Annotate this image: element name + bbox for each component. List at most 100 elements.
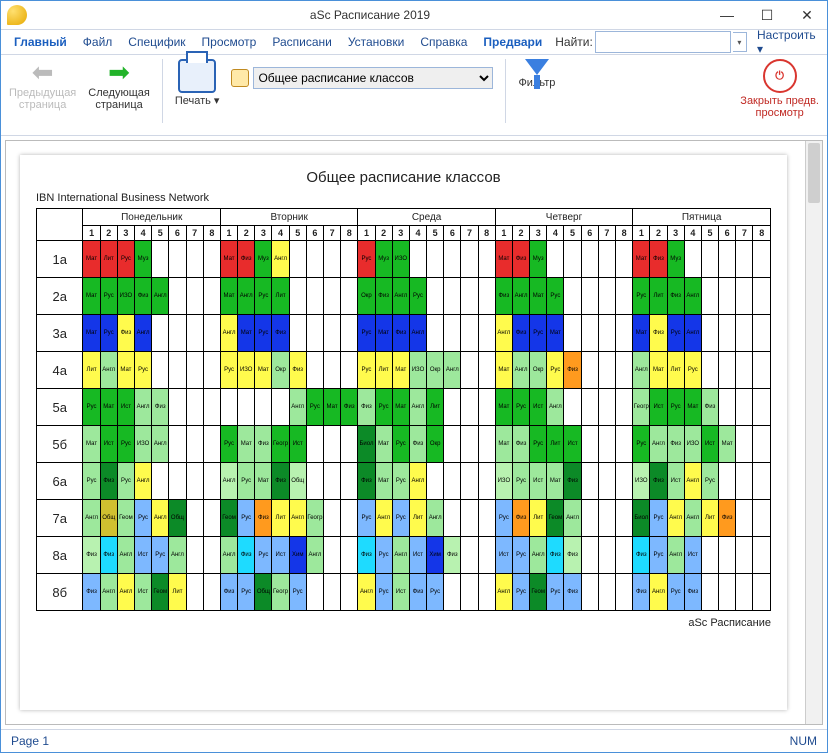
report-select[interactable]: Общее расписание классов <box>253 67 493 89</box>
timetable-cell: Лит <box>409 500 426 537</box>
search-label: Найти: <box>555 35 593 49</box>
timetable-cell: Мат <box>255 463 272 500</box>
period-header: 2 <box>650 226 667 241</box>
timetable-cell <box>461 315 478 352</box>
timetable-cell <box>615 352 632 389</box>
timetable-cell: Рус <box>650 537 667 574</box>
timetable-cell: Англ <box>100 352 117 389</box>
configure-menu[interactable]: Настроить ▾ <box>757 28 821 56</box>
menu-item[interactable]: Расписани <box>265 33 338 51</box>
timetable-cell: Физ <box>512 426 529 463</box>
timetable-cell <box>719 574 736 611</box>
timetable-cell: Физ <box>564 537 581 574</box>
timetable-cell <box>152 315 169 352</box>
search-input[interactable] <box>595 31 731 53</box>
timetable-cell: Англ <box>409 315 426 352</box>
close-preview-button[interactable]: ⏻ Закрыть предв. просмотр <box>740 59 819 119</box>
timetable-cell: Рус <box>650 500 667 537</box>
timetable: ПонедельникВторникСредаЧетвергПятница123… <box>36 208 771 611</box>
window-title: aSc Расписание 2019 <box>33 8 707 22</box>
minimize-button[interactable]: — <box>707 1 747 29</box>
timetable-cell <box>323 352 340 389</box>
close-button[interactable]: ✕ <box>787 1 827 29</box>
timetable-cell <box>203 574 220 611</box>
timetable-cell: Муз <box>135 241 152 278</box>
timetable-cell: Физ <box>701 389 718 426</box>
menu-item[interactable]: Файл <box>76 33 120 51</box>
timetable-cell: Англ <box>220 537 237 574</box>
timetable-cell <box>581 315 598 352</box>
timetable-cell <box>753 537 771 574</box>
menu-item[interactable]: Справка <box>413 33 474 51</box>
workspace: Общее расписание классов IBN Internation… <box>5 140 823 725</box>
timetable-cell: Физ <box>564 574 581 611</box>
scroll-thumb[interactable] <box>808 143 820 203</box>
timetable-cell: Ист <box>564 426 581 463</box>
timetable-cell <box>719 537 736 574</box>
timetable-cell <box>323 500 340 537</box>
timetable-cell: Физ <box>358 463 375 500</box>
timetable-cell <box>684 241 701 278</box>
class-row-label: 4а <box>37 352 83 389</box>
period-header: 1 <box>633 226 650 241</box>
search-dropdown-icon[interactable]: ▾ <box>733 32 747 52</box>
timetable-cell <box>186 278 203 315</box>
timetable-cell <box>341 278 358 315</box>
print-label: Печать ▾ <box>175 95 220 107</box>
timetable-cell: Физ <box>83 537 100 574</box>
menu-item[interactable]: Предвари <box>476 33 549 51</box>
timetable-cell: Физ <box>135 278 152 315</box>
timetable-cell: Муз <box>667 241 684 278</box>
timetable-cell: Физ <box>358 537 375 574</box>
period-header: 6 <box>581 226 598 241</box>
timetable-cell <box>461 389 478 426</box>
timetable-cell: ИЗО <box>117 278 134 315</box>
timetable-cell <box>615 426 632 463</box>
timetable-cell: Хим <box>289 537 306 574</box>
menu-item[interactable]: Просмотр <box>195 33 264 51</box>
timetable-cell: Мат <box>83 315 100 352</box>
period-header: 1 <box>83 226 100 241</box>
prev-page-label: Предыдущая страница <box>9 87 76 111</box>
timetable-cell <box>598 315 615 352</box>
menu-item[interactable]: Установки <box>341 33 411 51</box>
timetable-cell <box>564 241 581 278</box>
next-page-button[interactable]: ➡ Следующая страница <box>88 59 150 111</box>
timetable-cell <box>341 315 358 352</box>
timetable-cell: Рус <box>117 463 134 500</box>
timetable-cell: Рус <box>135 352 152 389</box>
timetable-cell: Англ <box>152 426 169 463</box>
timetable-cell: Геогр <box>306 500 323 537</box>
menu-item[interactable]: Главный <box>7 33 74 51</box>
timetable-cell: Рус <box>667 315 684 352</box>
print-button[interactable]: Печать ▾ <box>175 59 220 107</box>
timetable-cell: Англ <box>220 463 237 500</box>
menu-item[interactable]: Специфик <box>121 33 192 51</box>
timetable-cell: Общ <box>169 500 186 537</box>
timetable-cell: Физ <box>341 389 358 426</box>
timetable-cell: Хим <box>427 537 444 574</box>
timetable-cell: Рус <box>512 537 529 574</box>
timetable-cell <box>736 537 753 574</box>
period-header: 4 <box>272 226 289 241</box>
timetable-cell <box>719 389 736 426</box>
timetable-cell: Мат <box>650 352 667 389</box>
filter-button[interactable]: Фильтр <box>518 59 555 89</box>
maximize-button[interactable]: ☐ <box>747 1 787 29</box>
next-page-label: Следующая страница <box>88 87 150 111</box>
timetable-cell: Англ <box>169 537 186 574</box>
timetable-cell: Геом <box>220 500 237 537</box>
timetable-cell: Физ <box>272 315 289 352</box>
timetable-cell <box>220 389 237 426</box>
period-header: 6 <box>719 226 736 241</box>
period-header: 4 <box>547 226 564 241</box>
org-name: IBN International Business Network <box>36 192 771 204</box>
prev-page-button[interactable]: ⬅ Предыдущая страница <box>9 59 76 111</box>
timetable-cell <box>444 574 461 611</box>
timetable-cell: Рус <box>530 426 547 463</box>
timetable-cell: Англ <box>289 500 306 537</box>
timetable-cell <box>581 426 598 463</box>
timetable-cell <box>581 352 598 389</box>
vertical-scrollbar[interactable] <box>805 141 822 724</box>
timetable-cell <box>478 463 495 500</box>
